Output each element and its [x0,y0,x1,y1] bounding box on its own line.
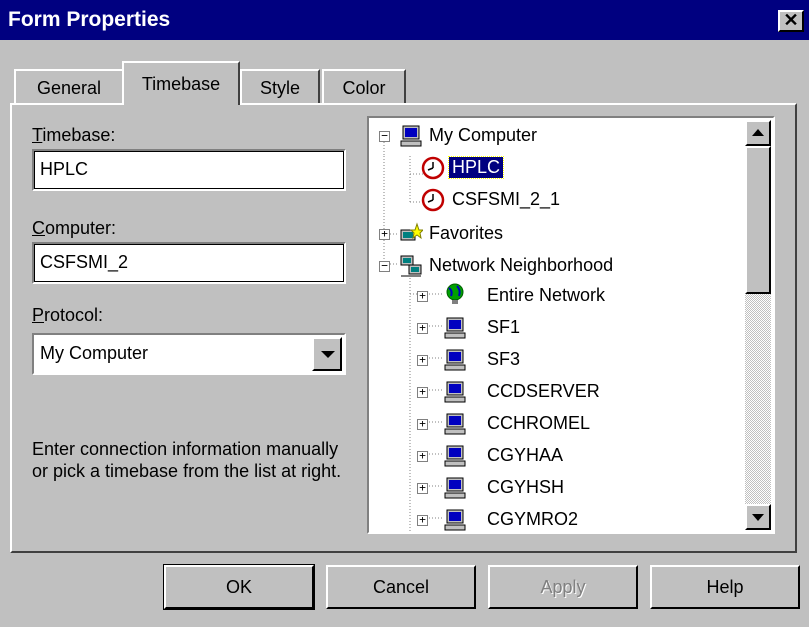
tree-item-csfsmi-2-1[interactable]: CSFSMI_2_1 [369,186,709,214]
tree-scrollbar[interactable] [745,120,771,530]
chevron-down-icon[interactable] [312,337,342,371]
tree-item-network-neighborhood[interactable]: − Network Neighborhood [369,252,709,280]
expand-icon[interactable]: + [417,450,428,462]
computer-label: Computer: [32,218,117,238]
tab-general[interactable]: General [14,69,124,104]
computer-icon [444,509,466,531]
computer-icon [444,381,466,403]
timebase-label: Timebase: [32,125,116,145]
tab-style[interactable]: Style [240,69,320,104]
expand-icon[interactable]: + [417,514,428,526]
tree-item-cchromel[interactable]: + CCHROMEL [369,410,709,438]
tree-item-hplc[interactable]: HPLC [369,154,709,182]
computer-icon [400,125,422,147]
computer-icon [444,477,466,499]
timebase-input[interactable]: HPLC [32,149,346,191]
collapse-icon[interactable]: − [379,260,390,272]
protocol-select[interactable]: My Computer [32,333,346,375]
computer-icon [444,445,466,467]
tree-item-ccdserver[interactable]: + CCDSERVER [369,378,709,406]
tree-item-entire-network[interactable]: + Entire Network [369,282,709,310]
cancel-button[interactable]: Cancel [326,565,476,609]
tab-general-label: General [36,78,102,98]
help-text: Enter connection information manually or… [32,439,342,481]
favorites-icon [400,222,423,241]
tab-color-label: Color [342,78,386,98]
computer-icon [444,317,466,339]
collapse-icon[interactable]: − [379,130,390,142]
expand-icon[interactable]: + [379,228,390,240]
clock-icon [421,188,445,212]
network-icon [400,255,422,277]
tab-timebase[interactable]: Timebase [122,61,240,105]
apply-button[interactable]: Apply [488,565,638,609]
tab-color[interactable]: Color [322,69,406,104]
tree-item-cgyhsh[interactable]: + CGYHSH [369,474,709,502]
computer-icon [444,349,466,371]
protocol-label: Protocol: [32,305,104,325]
ok-button[interactable]: OK [163,564,315,610]
expand-icon[interactable]: + [417,290,428,302]
tree-item-my-computer[interactable]: − My Computer [369,122,709,150]
close-button[interactable]: ✕ [778,10,804,32]
window-title: Form Properties [8,8,171,31]
computer-input[interactable]: CSFSMI_2 [32,242,346,284]
scroll-thumb[interactable] [745,146,771,294]
tree-item-sf1[interactable]: + SF1 [369,314,709,342]
tree-item-sf3[interactable]: + SF3 [369,346,709,374]
close-icon: ✕ [783,10,799,30]
scroll-up-icon[interactable] [745,120,771,146]
tree-item-cgymro2[interactable]: + CGYMRO2 [369,506,709,532]
tree-item-cgyhaa[interactable]: + CGYHAA [369,442,709,470]
expand-icon[interactable]: + [417,418,428,430]
tab-timebase-label: Timebase [141,74,221,94]
help-button[interactable]: Help [650,565,800,609]
scroll-down-icon[interactable] [745,504,771,530]
computer-icon [444,413,466,435]
expand-icon[interactable]: + [417,386,428,398]
clock-icon [421,156,445,180]
protocol-selected-value: My Computer [40,343,149,363]
expand-icon[interactable]: + [417,482,428,494]
tab-style-label: Style [259,78,301,98]
globe-icon [446,283,464,304]
expand-icon[interactable]: + [417,322,428,334]
timebase-tree[interactable]: − My Computer HPLC CSFSMI_2_1 + Favorite… [367,116,775,534]
title-bar: Form Properties ✕ [0,0,809,40]
tree-item-favorites[interactable]: + Favorites [369,220,709,248]
expand-icon[interactable]: + [417,354,428,366]
